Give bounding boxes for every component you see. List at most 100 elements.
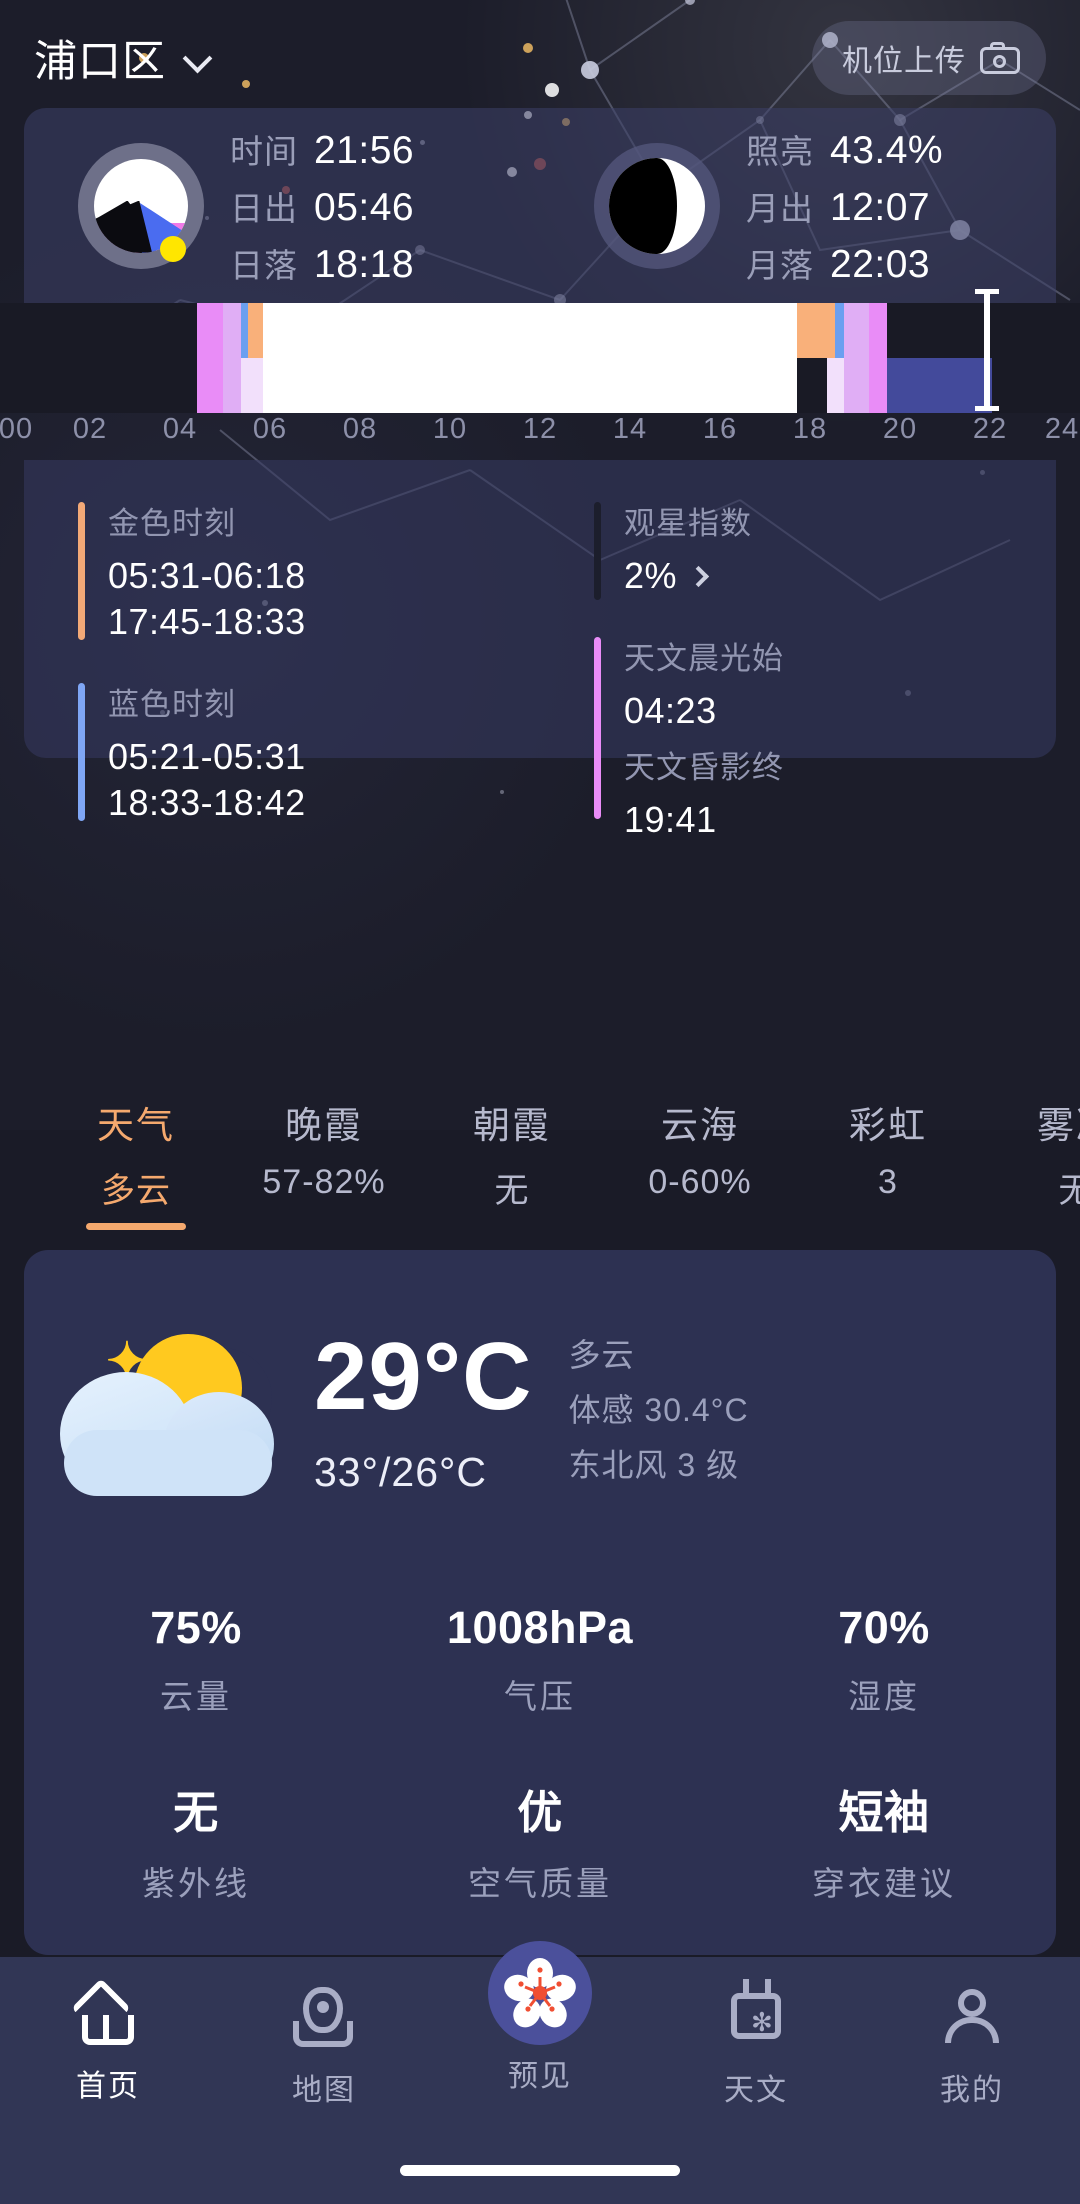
sun-section[interactable]: 时间 21:56 日出 05:46 日落 18:18 [24, 108, 540, 303]
stargazing-block[interactable]: 观星指数 2% [594, 498, 1056, 600]
timeline-band-astronomical-dawn [197, 303, 223, 413]
sun-time-value: 21:56 [314, 128, 415, 172]
stargazing-value-row[interactable]: 2% [624, 553, 1056, 599]
home-icon [71, 1978, 138, 2045]
blue-hour-title: 蓝色时刻 [108, 687, 236, 723]
phenomena-tab-value: 无 [494, 1172, 530, 1210]
phenomena-tab-value: 57-82% [262, 1163, 386, 1201]
phenomena-tab-2[interactable]: 朝霞无 [418, 1095, 606, 1212]
phenomena-tab-0[interactable]: 天气 多云 [42, 1095, 230, 1230]
phenomena-tab-value: 3 [878, 1163, 898, 1201]
timeline-band-civil-dawn-top [240, 303, 249, 358]
temperature-range: 33°/26°C [314, 1448, 488, 1495]
metric-clothing: 短袖 穿衣建议 [712, 1776, 1056, 1905]
weather-summary: ✦ ✦ 29°C 33°/26°C 多云 体感 30.4°C 东北风 3 级 [24, 1250, 1056, 1502]
timeline-band-moon-up-night [887, 358, 993, 413]
sun-position-dial [78, 142, 204, 269]
metric-cloud-cover: 75% 云量 [24, 1602, 368, 1718]
metric-pressure: 1008hPa 气压 [368, 1602, 712, 1718]
phenomena-tab-value: 多云 [101, 1172, 171, 1210]
clothing-value: 短袖 [838, 1787, 930, 1838]
sun-moon-card: 时间 21:56 日出 05:46 日落 18:18 照亮 43.4% 月出 1… [24, 108, 1056, 303]
blue-hour-range-1: 05:21-05:31 [108, 736, 306, 778]
phenomena-tab-5[interactable]: 雾凇无 [982, 1095, 1080, 1212]
timeline-band-civil-dawn-bottom [240, 358, 264, 413]
metric-humidity: 70% 湿度 [712, 1602, 1056, 1718]
position-upload-button[interactable]: 机位上传 [812, 20, 1046, 95]
metrics-row-1: 75% 云量 1008hPa 气压 70% 湿度 [24, 1502, 1056, 1718]
humidity-value: 70% [838, 1602, 930, 1653]
nav-label-map: 地图 [292, 2074, 356, 2107]
timeline-band-golden-hour-evening [797, 303, 835, 358]
timeline-cursor[interactable] [974, 289, 999, 411]
phenomena-tab-value: 0-60% [648, 1163, 752, 1201]
phenomena-tab-name: 彩虹 [849, 1105, 927, 1146]
timeline-band-nautical-dusk [843, 303, 869, 413]
timeline-tick: 16 [702, 413, 738, 445]
flower-icon [488, 1941, 592, 2045]
moonset-label: 月落 [746, 246, 814, 284]
sunset-label: 日落 [230, 246, 298, 284]
nav-label-profile: 我的 [940, 2074, 1004, 2107]
sunrise-label: 日出 [230, 189, 298, 227]
phenomena-tab-name: 天气 [97, 1105, 175, 1146]
phenomena-tab-1[interactable]: 晚霞 57-82% [230, 1095, 418, 1202]
phenomena-tab-4[interactable]: 彩虹 3 [794, 1095, 982, 1202]
weather-card: ✦ ✦ 29°C 33°/26°C 多云 体感 30.4°C 东北风 3 级 7… [24, 1250, 1056, 1955]
astro-dusk-label: 天文昏影终 [624, 750, 784, 786]
timeline-tick: 02 [72, 413, 108, 445]
nav-item-profile[interactable]: 我的 [864, 1987, 1080, 2204]
astro-dawn-value: 04:23 [624, 690, 717, 732]
moon-info-rows: 照亮 43.4% 月出 12:07 月落 22:03 [746, 125, 943, 287]
timeline-tick: 24 [1044, 413, 1080, 445]
nav-label-astronomy: 天文 [724, 2074, 788, 2107]
astro-dawn-label: 天文晨光始 [624, 641, 784, 677]
weather-condition: 多云 [568, 1337, 635, 1373]
timeline-tick: 20 [882, 413, 918, 445]
stargazing-value: 2% [624, 555, 678, 596]
astro-twilight-block[interactable]: 天文晨光始 04:23 天文昏影终 19:41 [594, 633, 1056, 843]
air-quality-label: 空气质量 [468, 1865, 612, 1902]
blue-hour-block[interactable]: 蓝色时刻 05:21-05:31 18:33-18:42 [78, 679, 540, 826]
metric-air-quality: 优 空气质量 [368, 1776, 712, 1905]
chevron-down-icon [184, 45, 210, 71]
nav-item-astronomy[interactable]: ✻ 天文 [648, 1979, 864, 2204]
timeline-tick: 00 [0, 413, 34, 445]
moonrise-value: 12:07 [830, 185, 931, 229]
light-info-card: 金色时刻 05:31-06:18 17:45-18:33 蓝色时刻 05:21-… [24, 460, 1056, 840]
cloud-cover-label: 云量 [160, 1678, 232, 1715]
phenomena-tab-value: 无 [1058, 1172, 1080, 1210]
timeline-tick: 14 [612, 413, 648, 445]
info-column-left: 金色时刻 05:31-06:18 17:45-18:33 蓝色时刻 05:21-… [24, 460, 540, 823]
chevron-right-icon [687, 565, 710, 587]
sun-row-sunrise: 日出 05:46 [230, 182, 414, 230]
moon-section[interactable]: 照亮 43.4% 月出 12:07 月落 22:03 [540, 108, 1056, 303]
timeline-band-nautical-dawn [222, 303, 241, 413]
nav-item-home[interactable]: 首页 [0, 1978, 216, 2204]
golden-hour-block[interactable]: 金色时刻 05:31-06:18 17:45-18:33 [78, 498, 540, 645]
timeline-hour-ticks: 00 02 04 06 08 10 12 14 16 18 20 22 24 [0, 413, 1080, 459]
moon-row-moonrise: 月出 12:07 [746, 182, 943, 230]
person-icon [941, 1987, 1003, 2049]
location-name: 浦口区 [34, 37, 166, 86]
feels-like: 体感 30.4°C [568, 1392, 749, 1428]
sun-marker-dot [160, 235, 186, 262]
blue-hour-range-2: 18:33-18:42 [108, 782, 306, 824]
map-pin-icon [293, 1987, 355, 2049]
timeline-tick: 18 [792, 413, 828, 445]
moon-row-moonset: 月落 22:03 [746, 239, 943, 287]
wind-info: 东北风 3 级 [568, 1447, 740, 1483]
moon-row-illumination: 照亮 43.4% [746, 125, 943, 173]
metric-uv: 无 紫外线 [24, 1776, 368, 1905]
phenomena-tab-3[interactable]: 云海 0-60% [606, 1095, 794, 1202]
location-selector[interactable]: 浦口区 [34, 27, 210, 89]
sunset-value: 18:18 [314, 242, 415, 286]
nav-label-forecast: 预见 [508, 2060, 572, 2093]
phenomena-tab-name: 朝霞 [473, 1105, 551, 1146]
illumination-label: 照亮 [746, 132, 814, 170]
daylight-timeline[interactable] [0, 289, 1080, 413]
blue-hour-bar [78, 683, 85, 822]
phenomena-tabs[interactable]: 天气多云 晚霞 57-82% 朝霞无 云海 0-60% 彩虹 3 雾凇无 [0, 1095, 1080, 1230]
timeline-tick: 06 [252, 413, 288, 445]
position-upload-label: 机位上传 [842, 44, 966, 78]
